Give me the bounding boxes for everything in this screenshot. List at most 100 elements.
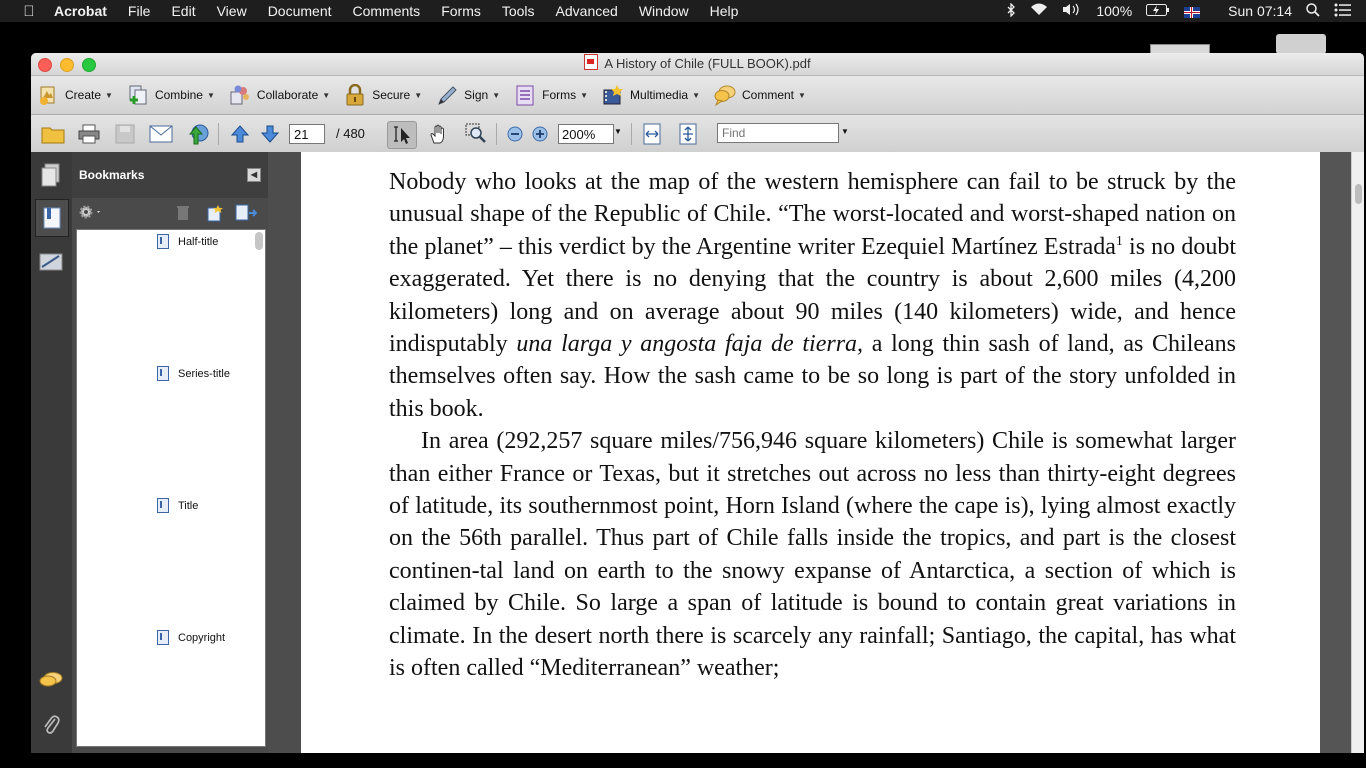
combine-button[interactable]: Combine ▼	[127, 84, 215, 106]
footnote-marker[interactable]: 1	[1116, 234, 1123, 249]
lock-icon	[344, 83, 366, 106]
print-button[interactable]	[77, 123, 101, 145]
bookmark-series-title[interactable]: Series-title	[157, 366, 230, 381]
marquee-zoom-button[interactable]	[464, 123, 488, 145]
title-bar[interactable]: A History of Chile (FULL BOOK).pdf	[31, 53, 1364, 76]
hand-icon	[430, 124, 444, 144]
bookmarks-panel-button[interactable]	[35, 199, 69, 237]
menu-document[interactable]: Document	[268, 3, 332, 19]
menu-advanced[interactable]: Advanced	[556, 3, 618, 19]
globe-upload-icon	[188, 124, 209, 145]
menu-file[interactable]: File	[128, 3, 151, 19]
upload-button[interactable]	[186, 123, 210, 145]
next-page-button[interactable]	[258, 123, 282, 145]
comments-panel-button[interactable]	[37, 667, 65, 695]
menu-window[interactable]: Window	[639, 3, 689, 19]
new-bookmark-icon[interactable]	[206, 204, 224, 225]
fit-width-icon	[643, 123, 661, 145]
close-window-button[interactable]	[38, 58, 52, 72]
pages-panel-button[interactable]	[37, 161, 65, 189]
minimize-window-button[interactable]	[60, 58, 74, 72]
zoom-level-input[interactable]: 200%	[558, 124, 614, 144]
fit-width-button[interactable]	[640, 123, 664, 145]
save-button[interactable]	[113, 123, 137, 145]
window-title: A History of Chile (FULL BOOK).pdf	[604, 56, 811, 71]
menu-app[interactable]: Acrobat	[54, 3, 107, 19]
desktop-bottom	[0, 753, 1366, 768]
zoom-dropdown-icon[interactable]: ▼	[614, 127, 622, 136]
menu-edit[interactable]: Edit	[171, 3, 195, 19]
find-input[interactable]	[717, 123, 839, 143]
apple-menu-icon[interactable]: 	[20, 3, 38, 20]
menu-help[interactable]: Help	[710, 3, 739, 19]
bookmarks-header: Bookmarks ◀	[72, 152, 268, 198]
fit-page-button[interactable]	[676, 123, 700, 145]
menu-view[interactable]: View	[217, 3, 247, 19]
bluetooth-icon[interactable]	[1006, 1, 1016, 20]
page-text: Nobody who looks at the map of the weste…	[389, 166, 1236, 685]
bookmark-icon	[157, 498, 169, 513]
hand-tool-button[interactable]	[427, 123, 451, 145]
pdf-file-icon	[584, 54, 599, 70]
zoom-marquee-icon	[465, 123, 486, 143]
folder-icon	[41, 127, 65, 144]
attachments-panel-button[interactable]	[37, 710, 65, 738]
open-button[interactable]	[41, 123, 65, 145]
collapse-panel-icon[interactable]: ◀	[247, 168, 261, 182]
zoom-in-button[interactable]	[528, 123, 552, 145]
find-options-dropdown-icon[interactable]: ▼	[841, 127, 849, 136]
create-button[interactable]: Create ▼	[37, 84, 113, 106]
tasks-toolbar: Create ▼ Combine ▼ Collaborate ▼ Secure ▼ Si…	[31, 76, 1364, 115]
pdf-page[interactable]: Nobody who looks at the map of the weste…	[301, 152, 1320, 753]
menu-forms[interactable]: Forms	[441, 3, 481, 19]
navigation-pane-strip	[31, 152, 72, 753]
previous-page-button[interactable]	[228, 123, 252, 145]
document-scrollbar[interactable]	[1351, 152, 1364, 753]
bookmark-icon	[157, 366, 169, 381]
input-source-flag-icon[interactable]	[1184, 3, 1214, 19]
paragraph-1: Nobody who looks at the map of the weste…	[389, 169, 1237, 422]
options-gear-icon[interactable]	[78, 204, 104, 223]
multimedia-button[interactable]: Multimedia ▼	[602, 84, 700, 106]
page-total: / 480	[336, 126, 365, 141]
zoom-window-button[interactable]	[82, 58, 96, 72]
text-cursor-arrow-icon	[394, 126, 410, 144]
panel-splitter[interactable]	[268, 152, 301, 753]
arrow-up-icon	[230, 125, 250, 143]
select-tool-button[interactable]	[387, 121, 417, 149]
pen-icon	[436, 84, 458, 106]
secure-button[interactable]: Secure ▼	[344, 83, 422, 106]
status-area: 100% Sun 07:14	[1006, 0, 1366, 22]
bookmarks-scrollbar[interactable]	[255, 232, 263, 250]
signatures-panel-button[interactable]	[37, 248, 65, 276]
spotlight-search-icon[interactable]	[1306, 2, 1320, 20]
printer-icon	[78, 124, 100, 144]
signature-icon	[39, 253, 63, 271]
scrollbar-thumb[interactable]	[1355, 184, 1362, 204]
bookmarks-toolbar	[72, 198, 268, 228]
sign-button[interactable]: Sign ▼	[436, 84, 500, 106]
notification-center-icon[interactable]	[1334, 3, 1352, 20]
menu-tools[interactable]: Tools	[502, 3, 535, 19]
battery-icon[interactable]	[1146, 3, 1170, 19]
form-icon	[514, 84, 536, 106]
menu-comments[interactable]: Comments	[353, 3, 421, 19]
create-icon	[37, 84, 59, 106]
email-button[interactable]	[149, 123, 173, 145]
collaborate-icon	[229, 84, 251, 106]
bookmark-title[interactable]: Title	[157, 498, 198, 513]
battery-percent: 100%	[1096, 3, 1133, 19]
delete-bookmark-icon[interactable]	[176, 205, 190, 224]
expand-bookmark-icon[interactable]	[235, 204, 258, 225]
forms-button[interactable]: Forms ▼	[514, 84, 588, 106]
bookmark-copyright[interactable]: Copyright	[157, 630, 225, 645]
page-number-input[interactable]: 21	[289, 124, 325, 144]
acrobat-window: A History of Chile (FULL BOOK).pdf Creat…	[31, 53, 1364, 753]
zoom-out-button[interactable]	[503, 123, 527, 145]
volume-icon[interactable]	[1062, 3, 1082, 19]
wifi-icon[interactable]	[1030, 3, 1048, 19]
bookmark-half-title[interactable]: Half-title	[157, 234, 218, 249]
clock[interactable]: Sun 07:14	[1228, 3, 1292, 19]
comment-button[interactable]: Comment ▼	[714, 84, 806, 107]
collaborate-button[interactable]: Collaborate ▼	[229, 84, 330, 106]
